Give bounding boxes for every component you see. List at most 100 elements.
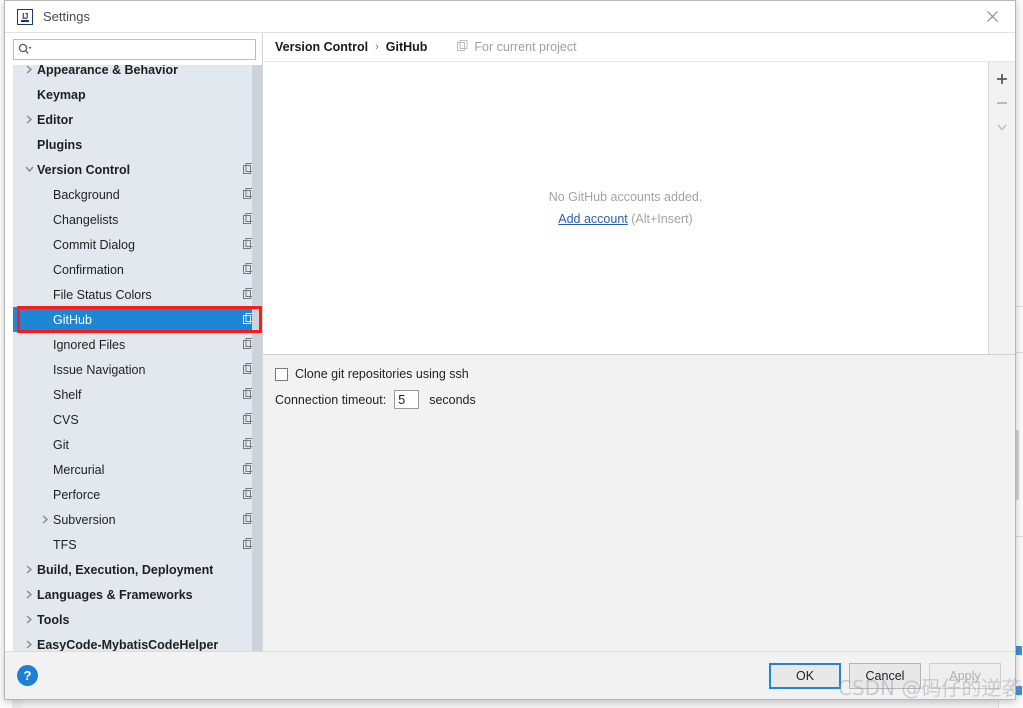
breadcrumb: Version Control › GitHub For current pro… <box>263 33 1015 62</box>
sidebar-item-label: Plugins <box>37 137 83 152</box>
sidebar-item-issue-navigation[interactable]: Issue Navigation <box>13 357 262 382</box>
add-account-shortcut: (Alt+Insert) <box>631 212 693 226</box>
intellij-idea-icon: IJ <box>17 8 33 25</box>
dialog-title: Settings <box>43 9 90 24</box>
connection-timeout-unit: seconds <box>429 392 476 407</box>
sidebar-item-changelists[interactable]: Changelists <box>13 207 262 232</box>
accounts-toolbar <box>988 62 1015 354</box>
plus-icon[interactable] <box>990 67 1014 91</box>
sidebar-item-label: Keymap <box>37 87 86 102</box>
chevron-down-icon[interactable] <box>990 115 1014 139</box>
sidebar-item-label: Shelf <box>53 387 82 402</box>
connection-timeout-input[interactable] <box>394 390 420 409</box>
chevron-down-icon[interactable] <box>21 166 37 173</box>
breadcrumb-parent[interactable]: Version Control <box>275 40 368 54</box>
project-scope-label: For current project <box>474 40 577 54</box>
sidebar-item-cvs[interactable]: CVS <box>13 407 262 432</box>
sidebar-item-label: Appearance & Behavior <box>37 65 179 77</box>
sidebar-item-git[interactable]: Git <box>13 432 262 457</box>
sidebar-item-label: Build, Execution, Deployment <box>37 562 214 577</box>
project-scope-note: For current project <box>457 40 577 54</box>
sidebar-item-label: Changelists <box>53 212 119 227</box>
connection-timeout-row: Connection timeout: seconds <box>275 390 1015 409</box>
footer-buttons: OK Cancel Apply <box>769 662 1001 689</box>
sidebar-item-shelf[interactable]: Shelf <box>13 382 262 407</box>
sidebar-item-label: GitHub <box>53 312 92 327</box>
accounts-list[interactable]: No GitHub accounts added. Add account (A… <box>263 62 988 354</box>
sidebar-item-languages-frameworks[interactable]: Languages & Frameworks <box>13 582 262 607</box>
search-box[interactable] <box>13 39 256 60</box>
sidebar-item-label: TFS <box>53 537 77 552</box>
screenshot-root: ) / ; e 8 n ti IJ Settings <box>0 0 1023 708</box>
sidebar-item-editor[interactable]: Editor <box>13 107 262 132</box>
dialog-titlebar: IJ Settings <box>5 1 1015 33</box>
chevron-right-icon[interactable] <box>21 65 37 74</box>
project-scope-icon <box>457 40 468 54</box>
sidebar-item-label: Version Control <box>37 162 131 177</box>
chevron-right-icon[interactable] <box>21 565 37 574</box>
sidebar-item-label: Commit Dialog <box>53 237 135 252</box>
sidebar-item-label: Tools <box>37 612 70 627</box>
breadcrumb-separator: › <box>375 41 379 53</box>
sidebar-item-label: Git <box>53 437 69 452</box>
apply-button[interactable]: Apply <box>929 662 1001 689</box>
sidebar-item-commit-dialog[interactable]: Commit Dialog <box>13 232 262 257</box>
sidebar-item-ignored-files[interactable]: Ignored Files <box>13 332 262 357</box>
chevron-right-icon[interactable] <box>21 615 37 624</box>
settings-tree[interactable]: Appearance & Behavior Keymap Editor Plugins… <box>13 65 262 651</box>
sidebar-item-appearance-behavior[interactable]: Appearance & Behavior <box>13 65 262 82</box>
sidebar-item-label: Languages & Frameworks <box>37 587 193 602</box>
dialog-body: Appearance & Behavior Keymap Editor Plugins… <box>5 33 1015 651</box>
clone-ssh-checkbox[interactable] <box>275 367 288 381</box>
settings-dialog: IJ Settings Appearance & Behavior Keymap… <box>4 0 1016 700</box>
add-account-link[interactable]: Add account <box>558 212 628 226</box>
sidebar-item-perforce[interactable]: Perforce <box>13 482 262 507</box>
sidebar-item-tfs[interactable]: TFS <box>13 532 262 557</box>
clone-ssh-label: Clone git repositories using ssh <box>295 367 469 381</box>
sidebar-item-easycode-mybatiscodehelper[interactable]: EasyCode-MybatisCodeHelper <box>13 632 262 651</box>
minus-icon[interactable] <box>990 91 1014 115</box>
chevron-right-icon[interactable] <box>21 590 37 599</box>
github-options: Clone git repositories using ssh Connect… <box>263 355 1015 651</box>
sidebar-item-label: CVS <box>53 412 79 427</box>
chevron-right-icon[interactable] <box>21 115 37 124</box>
sidebar-item-label: Editor <box>37 112 74 127</box>
cancel-button[interactable]: Cancel <box>849 662 921 689</box>
sidebar-item-label: EasyCode-MybatisCodeHelper <box>37 637 219 652</box>
chevron-right-icon[interactable] <box>37 515 53 524</box>
sidebar-item-label: Perforce <box>53 487 101 502</box>
empty-accounts-message: No GitHub accounts added. <box>548 190 703 204</box>
connection-timeout-label: Connection timeout: <box>275 392 387 407</box>
sidebar-item-subversion[interactable]: Subversion <box>13 507 262 532</box>
sidebar-item-label: Mercurial <box>53 462 105 477</box>
sidebar-item-github[interactable]: GitHub <box>13 307 262 332</box>
sidebar-item-tools[interactable]: Tools <box>13 607 262 632</box>
help-button[interactable]: ? <box>17 665 38 686</box>
sidebar-item-label: Issue Navigation <box>53 362 146 377</box>
close-icon[interactable] <box>970 1 1015 32</box>
search-icon <box>18 43 32 56</box>
search-input[interactable] <box>36 42 251 57</box>
sidebar-item-label: File Status Colors <box>53 287 152 302</box>
sidebar-item-file-status-colors[interactable]: File Status Colors <box>13 282 262 307</box>
sidebar-scrollbar[interactable] <box>252 65 262 651</box>
dialog-footer: ? OK Cancel Apply <box>5 651 1015 699</box>
sidebar-item-plugins[interactable]: Plugins <box>13 132 262 157</box>
sidebar-item-label: Subversion <box>53 512 116 527</box>
settings-content: Version Control › GitHub For current pro… <box>262 33 1015 651</box>
sidebar-item-build-execution-deployment[interactable]: Build, Execution, Deployment <box>13 557 262 582</box>
sidebar-item-version-control[interactable]: Version Control <box>13 157 262 182</box>
sidebar-item-label: Ignored Files <box>53 337 126 352</box>
sidebar-item-label: Background <box>53 187 120 202</box>
ok-button[interactable]: OK <box>769 662 841 689</box>
chevron-right-icon[interactable] <box>21 640 37 649</box>
sidebar-item-keymap[interactable]: Keymap <box>13 82 262 107</box>
clone-ssh-row[interactable]: Clone git repositories using ssh <box>275 367 1015 381</box>
github-accounts-panel: No GitHub accounts added. Add account (A… <box>263 62 1015 355</box>
sidebar-item-label: Confirmation <box>53 262 124 277</box>
sidebar-item-mercurial[interactable]: Mercurial <box>13 457 262 482</box>
sidebar-item-background[interactable]: Background <box>13 182 262 207</box>
add-account-row: Add account (Alt+Insert) <box>558 212 692 226</box>
settings-sidebar: Appearance & Behavior Keymap Editor Plugins… <box>5 33 262 651</box>
sidebar-item-confirmation[interactable]: Confirmation <box>13 257 262 282</box>
